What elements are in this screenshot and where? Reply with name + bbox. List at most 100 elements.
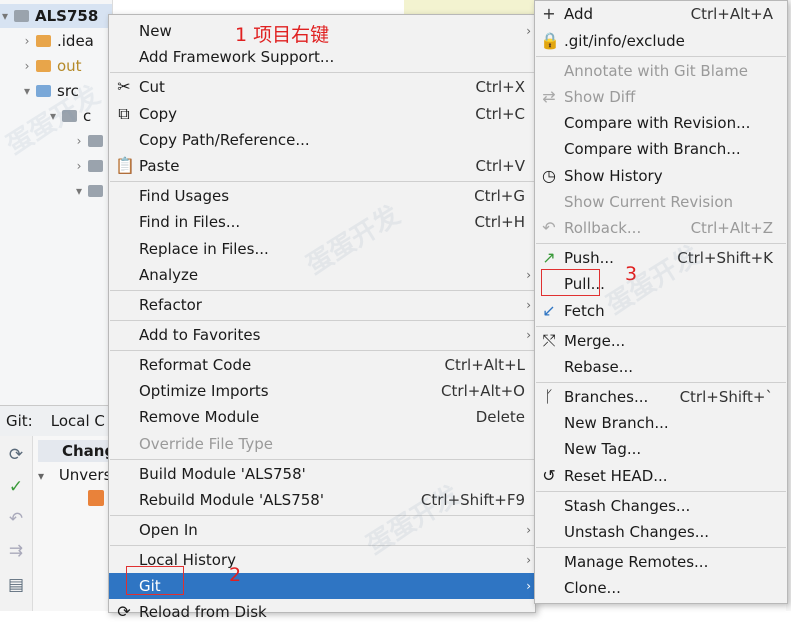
menu-item-label: Merge...	[564, 332, 626, 350]
menu-item-unstash-changes[interactable]: Unstash Changes...	[535, 519, 787, 545]
menu-item-label: Manage Remotes...	[564, 553, 709, 571]
tree-item-out[interactable]: › out	[0, 54, 112, 78]
menu-item-git-info-exclude[interactable]: 🔒 .git/info/exclude	[535, 28, 787, 54]
menu-item-shortcut: Delete	[475, 408, 525, 426]
menu-separator	[110, 181, 534, 182]
chevron-down-icon[interactable]: ▾	[74, 184, 84, 198]
menu-item-label: New Tag...	[564, 440, 642, 458]
menu-item-rebuild-module-als758[interactable]: Rebuild Module 'ALS758' Ctrl+Shift+F9	[109, 487, 535, 513]
menu-item-label: Show History	[564, 167, 663, 185]
module-folder-icon	[14, 10, 29, 22]
diff-view-icon[interactable]: ▤	[7, 576, 25, 594]
menu-item-label: Reset HEAD...	[564, 467, 668, 485]
menu-item-shortcut: Ctrl+G	[474, 187, 525, 205]
chevron-down-icon[interactable]: ▾	[38, 469, 44, 483]
git-toolstrip: ⟳ ✓ ↶ ⇉ ▤	[0, 436, 33, 611]
tree-item-sub[interactable]: ›	[0, 129, 112, 153]
menu-item-label: Add	[564, 5, 594, 23]
menu-item-reload-from-disk[interactable]: ⟳ Reload from Disk	[109, 599, 535, 625]
menu-item-find-usages[interactable]: Find Usages Ctrl+G	[109, 183, 535, 209]
menu-item-reformat-code[interactable]: Reformat Code Ctrl+Alt+L	[109, 352, 535, 378]
menu-item-label: Rebuild Module 'ALS758'	[139, 491, 324, 509]
git-submenu: + Add Ctrl+Alt+A 🔒 .git/info/exclude Annotate…	[534, 0, 788, 604]
clock-icon: ◷	[542, 166, 556, 185]
tree-item-idea[interactable]: › .idea	[0, 29, 112, 53]
paste-icon: 📋	[115, 156, 135, 175]
menu-item-label: Copy Path/Reference...	[139, 131, 310, 149]
menu-item-copy[interactable]: ⧉ Copy Ctrl+C	[109, 101, 535, 127]
menu-item-add-framework-support[interactable]: Add Framework Support...	[109, 44, 535, 70]
commit-check-icon[interactable]: ✓	[7, 478, 25, 496]
menu-item-show-history[interactable]: ◷ Show History	[535, 163, 787, 189]
chevron-down-icon[interactable]: ▾	[0, 9, 10, 23]
menu-item-new-branch[interactable]: New Branch...	[535, 410, 787, 436]
submenu-arrow-icon: ›	[526, 553, 531, 567]
chevron-right-icon[interactable]: ›	[22, 34, 32, 48]
local-changes-tab[interactable]: Local C	[51, 412, 105, 430]
chevron-right-icon[interactable]: ›	[74, 159, 84, 173]
menu-item-remove-module[interactable]: Remove Module Delete	[109, 404, 535, 430]
menu-item-stash-changes[interactable]: Stash Changes...	[535, 493, 787, 519]
tree-item-src[interactable]: ▾ src	[0, 79, 112, 103]
package-icon	[62, 110, 77, 122]
changes-header[interactable]: Chang	[38, 440, 115, 462]
unversioned-row[interactable]: ▾ Unvers	[38, 464, 111, 486]
menu-separator	[536, 491, 786, 492]
annotation-step1: 1 项目右键	[235, 24, 330, 46]
submenu-arrow-icon: ›	[526, 268, 531, 282]
menu-item-annotate-with-git-blame: Annotate with Git Blame	[535, 58, 787, 84]
menu-item-reset-head[interactable]: ↺ Reset HEAD...	[535, 463, 787, 489]
menu-item-compare-with-branch[interactable]: Compare with Branch...	[535, 136, 787, 162]
menu-item-manage-remotes[interactable]: Manage Remotes...	[535, 549, 787, 575]
chevron-down-icon[interactable]: ▾	[22, 84, 32, 98]
rollback-icon[interactable]: ↶	[7, 510, 25, 528]
menu-item-cut[interactable]: ✂ Cut Ctrl+X	[109, 74, 535, 100]
menu-item-push[interactable]: ↗ Push... Ctrl+Shift+K	[535, 245, 787, 271]
unversioned-label: Unvers	[58, 466, 112, 484]
move-icon[interactable]: ⇉	[7, 542, 25, 560]
menu-item-refactor[interactable]: Refactor ›	[109, 292, 535, 318]
file-icon	[88, 490, 104, 506]
tree-item-sub[interactable]: ›	[0, 154, 112, 178]
chevron-right-icon[interactable]: ›	[74, 134, 84, 148]
menu-item-build-module-als758[interactable]: Build Module 'ALS758'	[109, 461, 535, 487]
menu-separator	[536, 56, 786, 57]
menu-item-label: Replace in Files...	[139, 240, 269, 258]
menu-item-show-diff: ⇄ Show Diff	[535, 84, 787, 110]
chevron-down-icon[interactable]: ▾	[48, 109, 58, 123]
menu-separator	[536, 382, 786, 383]
git-tab-label: Git:	[6, 412, 33, 430]
menu-item-rebase[interactable]: Rebase...	[535, 354, 787, 380]
menu-item-branches[interactable]: ᚴ Branches... Ctrl+Shift+`	[535, 384, 787, 410]
chevron-right-icon[interactable]: ›	[22, 59, 32, 73]
refresh-icon[interactable]: ⟳	[7, 446, 25, 464]
menu-item-new-tag[interactable]: New Tag...	[535, 436, 787, 462]
menu-item-label: Show Current Revision	[564, 193, 734, 211]
menu-item-clone[interactable]: Clone...	[535, 575, 787, 601]
menu-item-add-to-favorites[interactable]: Add to Favorites ›	[109, 322, 535, 348]
menu-item-paste[interactable]: 📋 Paste Ctrl+V	[109, 153, 535, 179]
package-icon	[88, 185, 103, 197]
tree-item-package[interactable]: ▾ c	[0, 104, 112, 128]
menu-item-analyze[interactable]: Analyze ›	[109, 262, 535, 288]
menu-item-label: New	[139, 22, 172, 40]
menu-item-label: Compare with Branch...	[564, 140, 741, 158]
menu-item-add[interactable]: + Add Ctrl+Alt+A	[535, 1, 787, 27]
plus-icon: +	[542, 4, 556, 23]
undo-icon: ↶	[542, 218, 556, 237]
menu-item-optimize-imports[interactable]: Optimize Imports Ctrl+Alt+O	[109, 378, 535, 404]
menu-item-fetch[interactable]: ↙ Fetch	[535, 298, 787, 324]
menu-item-rollback: ↶ Rollback... Ctrl+Alt+Z	[535, 215, 787, 241]
tree-root-row[interactable]: ▾ ALS758	[0, 4, 112, 28]
menu-item-open-in[interactable]: Open In ›	[109, 517, 535, 543]
menu-item-label: Stash Changes...	[564, 497, 691, 515]
tree-item-sub[interactable]: ▾	[0, 179, 112, 203]
menu-item-merge[interactable]: ⤲ Merge...	[535, 328, 787, 354]
submenu-arrow-icon: ›	[526, 24, 531, 38]
menu-item-label: Refactor	[139, 296, 202, 314]
menu-item-compare-with-revision[interactable]: Compare with Revision...	[535, 110, 787, 136]
menu-item-copy-path-reference[interactable]: Copy Path/Reference...	[109, 127, 535, 153]
menu-item-find-in-files[interactable]: Find in Files... Ctrl+H	[109, 209, 535, 235]
menu-item-label: Reload from Disk	[139, 603, 267, 621]
menu-item-replace-in-files[interactable]: Replace in Files...	[109, 236, 535, 262]
